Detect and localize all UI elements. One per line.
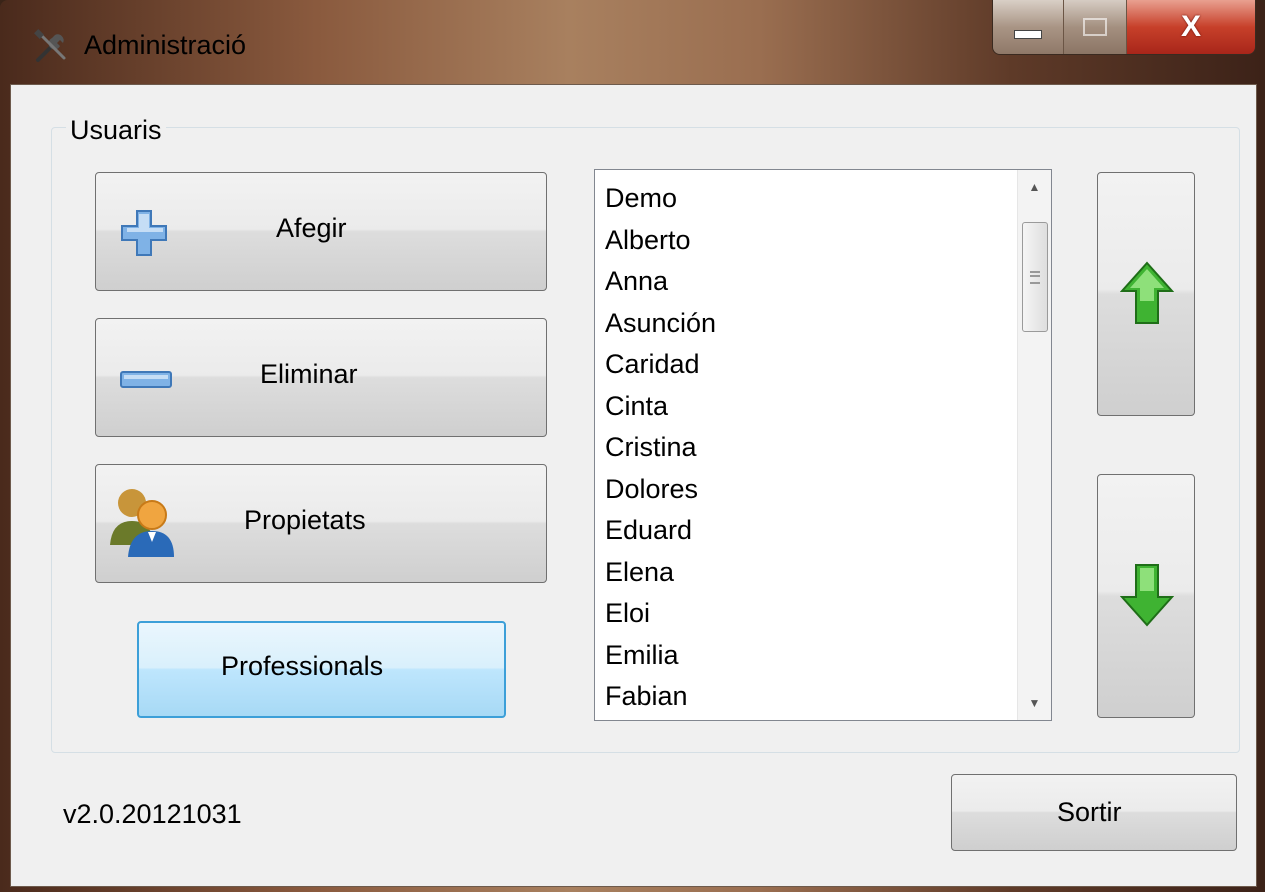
users-group-title: Usuaris [66, 115, 166, 146]
list-item[interactable]: Caridad [595, 344, 1005, 386]
list-item[interactable]: Anna [595, 261, 1005, 303]
list-item[interactable]: Eduard [595, 510, 1005, 552]
tools-icon [34, 29, 66, 62]
window-controls: X [992, 0, 1256, 55]
users-icon [110, 489, 174, 557]
list-item[interactable]: Demo [595, 178, 1005, 220]
list-item[interactable]: Emilia [595, 635, 1005, 677]
list-item[interactable]: Dolores [595, 469, 1005, 511]
list-scrollbar[interactable]: ▲ ▼ [1017, 170, 1051, 720]
admin-window: Administració X Usuaris Afegir Eliminar … [0, 0, 1265, 892]
maximize-button[interactable] [1064, 0, 1127, 54]
list-item[interactable]: Eloi [595, 593, 1005, 635]
users-listbox[interactable]: Demo Alberto Anna Asunción Caridad Cinta Crist… [594, 169, 1052, 721]
close-icon: X [1180, 10, 1201, 43]
users-list-items: Demo Alberto Anna Asunción Caridad Cinta Crist… [595, 178, 1005, 718]
window-client-area: Usuaris Afegir Eliminar Propietats Profe… [10, 84, 1257, 887]
list-item[interactable]: Cinta [595, 386, 1005, 428]
exit-button[interactable]: Sortir [951, 774, 1237, 851]
minus-icon [120, 371, 172, 388]
arrow-down-icon [1120, 564, 1174, 627]
properties-button[interactable]: Propietats [95, 464, 547, 583]
properties-label: Propietats [244, 505, 366, 535]
list-item[interactable]: Cristina [595, 427, 1005, 469]
scroll-down-arrow-icon[interactable]: ▼ [1018, 686, 1051, 720]
list-item[interactable]: Asunción [595, 303, 1005, 345]
list-item[interactable]: Fabian [595, 676, 1005, 718]
remove-user-button[interactable]: Eliminar [95, 318, 547, 437]
list-item[interactable]: Elena [595, 552, 1005, 594]
remove-user-label: Eliminar [260, 359, 358, 389]
professionals-label: Professionals [221, 651, 384, 681]
window-title: Administració [84, 30, 247, 60]
maximize-icon [1083, 18, 1107, 36]
list-item[interactable]: Alberto [595, 220, 1005, 262]
plus-icon [121, 210, 167, 256]
scroll-up-arrow-icon[interactable]: ▲ [1018, 170, 1051, 204]
add-user-button[interactable]: Afegir [95, 172, 547, 291]
move-up-button[interactable] [1097, 172, 1195, 416]
arrow-up-icon [1120, 261, 1174, 324]
close-button[interactable]: X [1127, 0, 1255, 54]
move-down-button[interactable] [1097, 474, 1195, 718]
add-user-label: Afegir [276, 213, 347, 243]
version-label: v2.0.20121031 [63, 799, 242, 829]
title-bar[interactable]: Administració X [0, 0, 1265, 84]
minimize-icon [1014, 29, 1042, 39]
scroll-thumb[interactable] [1022, 222, 1048, 332]
minimize-button[interactable] [993, 0, 1064, 54]
professionals-button[interactable]: Professionals [137, 621, 506, 718]
exit-label: Sortir [1057, 797, 1122, 827]
grip-icon [1030, 270, 1040, 284]
